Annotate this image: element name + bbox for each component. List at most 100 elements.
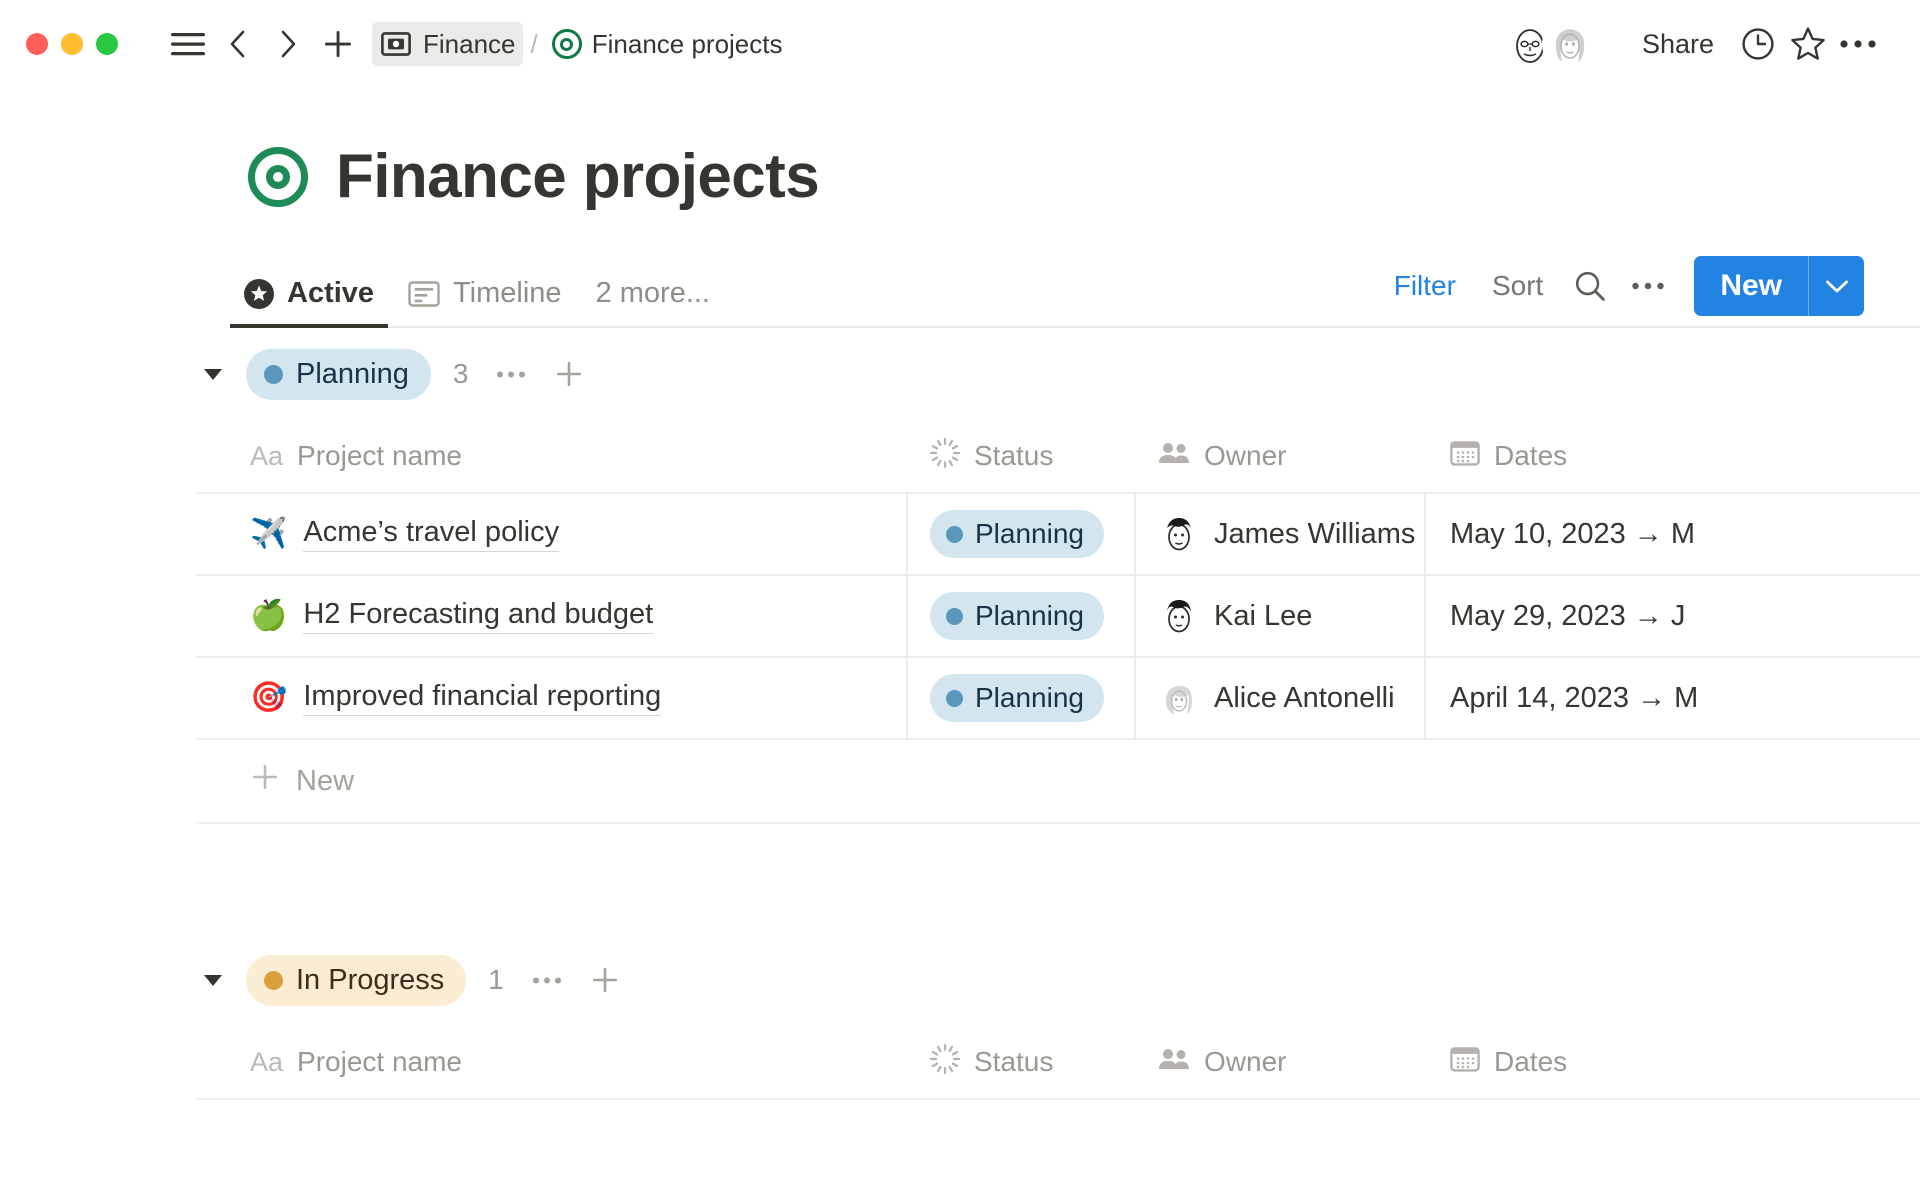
text-aa-icon: Aa [250, 1046, 284, 1077]
minimize-window-button[interactable] [61, 33, 83, 55]
status-badge[interactable]: Planning [930, 674, 1104, 722]
cell-project-name[interactable]: 🍏 H2 Forecasting and budget [196, 576, 908, 656]
plus-icon [250, 762, 280, 800]
tab-active[interactable]: Active [230, 267, 389, 328]
status-badge[interactable]: Planning [930, 510, 1104, 558]
group-add-plus-icon[interactable] [584, 959, 626, 1001]
status-label: Planning [975, 682, 1084, 713]
page-title: Finance projects [336, 142, 820, 211]
group-more-ellipsis-icon[interactable] [526, 959, 568, 1001]
maximize-window-button[interactable] [96, 33, 118, 55]
column-header-owner[interactable]: Owner [1136, 1026, 1426, 1098]
status-dot-icon [946, 607, 963, 625]
cell-dates[interactable]: May 29, 2023 → J [1426, 576, 1920, 656]
tab-active-label: Active [287, 277, 375, 309]
cell-owner[interactable]: James Williams [1136, 494, 1426, 574]
cell-project-name[interactable]: ✈️ Acme’s travel policy [196, 494, 908, 574]
collaborator-avatars[interactable] [1501, 16, 1598, 72]
new-button[interactable]: New [1694, 256, 1808, 316]
new-dropdown-chevron-down-icon[interactable] [1808, 256, 1864, 316]
breadcrumb: Finance / Finance projects [372, 22, 789, 66]
group-badge[interactable]: In Progress [246, 954, 467, 1006]
column-header-owner[interactable]: Owner [1136, 420, 1426, 492]
tab-timeline[interactable]: Timeline [394, 267, 576, 328]
clock-icon[interactable] [1736, 22, 1780, 66]
date-range: April 14, 2023 → M [1450, 681, 1699, 714]
nav-controls [166, 22, 360, 66]
traffic-lights [26, 33, 118, 55]
column-header-dates[interactable]: Dates [1426, 1026, 1920, 1098]
chevron-left-icon[interactable] [216, 22, 260, 66]
titlebar-actions: Share [1501, 16, 1894, 72]
cell-project-name[interactable]: 🎯 Improved financial reporting [196, 658, 908, 738]
gallery-icon [408, 280, 440, 308]
group-badge[interactable]: Planning [246, 348, 431, 400]
status-badge[interactable]: Planning [930, 592, 1104, 640]
chevron-right-icon[interactable] [266, 22, 310, 66]
column-header-status[interactable]: Status [908, 1026, 1136, 1098]
owner-name: Alice Antonelli [1214, 681, 1395, 714]
page-header: Finance projects [0, 88, 1920, 208]
group-dot-icon [264, 970, 283, 990]
cell-status[interactable]: Planning [908, 494, 1136, 574]
filter-button[interactable]: Filter [1381, 263, 1469, 309]
column-header-status-label: Status [974, 440, 1054, 471]
caret-down-icon[interactable] [196, 357, 230, 391]
cell-status[interactable]: Planning [908, 576, 1136, 656]
date-range: May 10, 2023 → M [1450, 517, 1695, 550]
column-header-owner-label: Owner [1204, 1046, 1287, 1077]
group-in-progress: In Progress 1 Aa Project name Status Owne… [0, 934, 1920, 1100]
tab-more[interactable]: 2 more... [582, 267, 724, 328]
sidebar-toggle-icon[interactable] [166, 22, 210, 66]
column-header-status[interactable]: Status [908, 420, 1136, 492]
column-header-name-label: Project name [297, 440, 462, 471]
status-spinner-icon [929, 1043, 961, 1081]
view-bar: Active Timeline 2 more... Filter Sort Ne… [0, 252, 1920, 328]
table-row[interactable]: 🍏 H2 Forecasting and budget Planning Kai… [196, 576, 1920, 658]
cell-dates[interactable]: April 14, 2023 → M [1426, 658, 1920, 738]
breadcrumb-item-finance[interactable]: Finance [372, 22, 523, 66]
caret-down-icon[interactable] [196, 963, 230, 997]
search-icon[interactable] [1566, 262, 1614, 310]
group-header: Planning 3 [196, 328, 1920, 420]
group-count: 1 [488, 964, 504, 995]
plus-icon[interactable] [316, 22, 360, 66]
column-header-dates[interactable]: Dates [1426, 420, 1920, 492]
breadcrumb-item-finance-projects[interactable]: Finance projects [546, 25, 789, 64]
add-new-row-button[interactable]: New [196, 740, 1920, 824]
page-target-icon[interactable] [248, 147, 308, 207]
column-header-owner-label: Owner [1204, 440, 1287, 471]
table-row[interactable]: ✈️ Acme’s travel policy Planning James W… [196, 494, 1920, 576]
group-more-ellipsis-icon[interactable] [490, 353, 532, 395]
breadcrumb-label-finance: Finance [423, 28, 516, 59]
project-name-link[interactable]: Acme’s travel policy [303, 516, 560, 552]
ellipsis-icon[interactable] [1836, 22, 1880, 66]
sort-button[interactable]: Sort [1479, 263, 1556, 309]
group-add-plus-icon[interactable] [548, 353, 590, 395]
column-header-name[interactable]: Aa Project name [196, 1026, 908, 1098]
group-planning: Planning 3 Aa Project name Status Owner D… [0, 328, 1920, 824]
owner-name: Kai Lee [1214, 599, 1313, 632]
project-name-link[interactable]: H2 Forecasting and budget [303, 598, 654, 634]
calendar-icon [1450, 1045, 1480, 1080]
avatar-alice [1158, 677, 1200, 719]
cell-owner[interactable]: Alice Antonelli [1136, 658, 1426, 738]
column-header-name[interactable]: Aa Project name [196, 420, 908, 492]
cell-dates[interactable]: May 10, 2023 → M [1426, 494, 1920, 574]
view-tabs: Active Timeline 2 more... [230, 267, 724, 328]
star-icon[interactable] [1786, 22, 1830, 66]
share-button[interactable]: Share [1626, 21, 1730, 68]
status-dot-icon [946, 525, 963, 543]
project-name-link[interactable]: Improved financial reporting [303, 680, 662, 716]
view-more-icon[interactable] [1624, 262, 1672, 310]
table: Aa Project name Status Owner Dates [196, 1026, 1920, 1100]
column-header-dates-label: Dates [1494, 1046, 1568, 1077]
close-window-button[interactable] [26, 33, 48, 55]
cell-status[interactable]: Planning [908, 658, 1136, 738]
star-circle-icon [244, 278, 274, 309]
table: Aa Project name Status Owner Dates ✈️ Acm… [196, 420, 1920, 824]
breadcrumb-label-finance-projects: Finance projects [591, 28, 783, 59]
cell-owner[interactable]: Kai Lee [1136, 576, 1426, 656]
row-emoji-icon: ✈️ [250, 517, 288, 550]
table-row[interactable]: 🎯 Improved financial reporting Planning … [196, 658, 1920, 740]
